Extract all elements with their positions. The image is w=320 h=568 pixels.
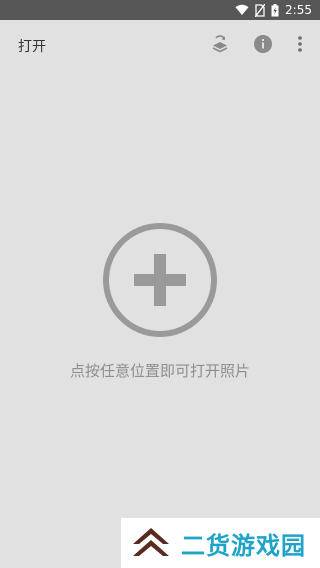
watermark-text: 二货游戏园 <box>181 531 306 560</box>
app-title: 打开 <box>18 39 46 55</box>
battery-icon <box>271 3 279 17</box>
more-options-button[interactable] <box>288 34 312 58</box>
status-time: 2:55 <box>285 3 312 17</box>
open-photo-hint: 点按任意位置即可打开照片 <box>69 362 250 380</box>
layers-refresh-button[interactable] <box>208 34 232 58</box>
status-bar: 2:55 <box>0 0 320 20</box>
no-sim-icon <box>255 3 266 17</box>
info-button[interactable] <box>251 34 275 58</box>
layers-refresh-icon <box>210 34 230 58</box>
info-icon <box>253 34 273 58</box>
add-circle-icon[interactable] <box>103 223 217 337</box>
chevrons-up-logo <box>129 524 173 562</box>
app-bar: 打开 <box>0 20 320 72</box>
more-vert-icon <box>297 35 303 57</box>
watermark: 二货游戏园 <box>121 518 320 568</box>
wifi-icon <box>235 4 249 16</box>
